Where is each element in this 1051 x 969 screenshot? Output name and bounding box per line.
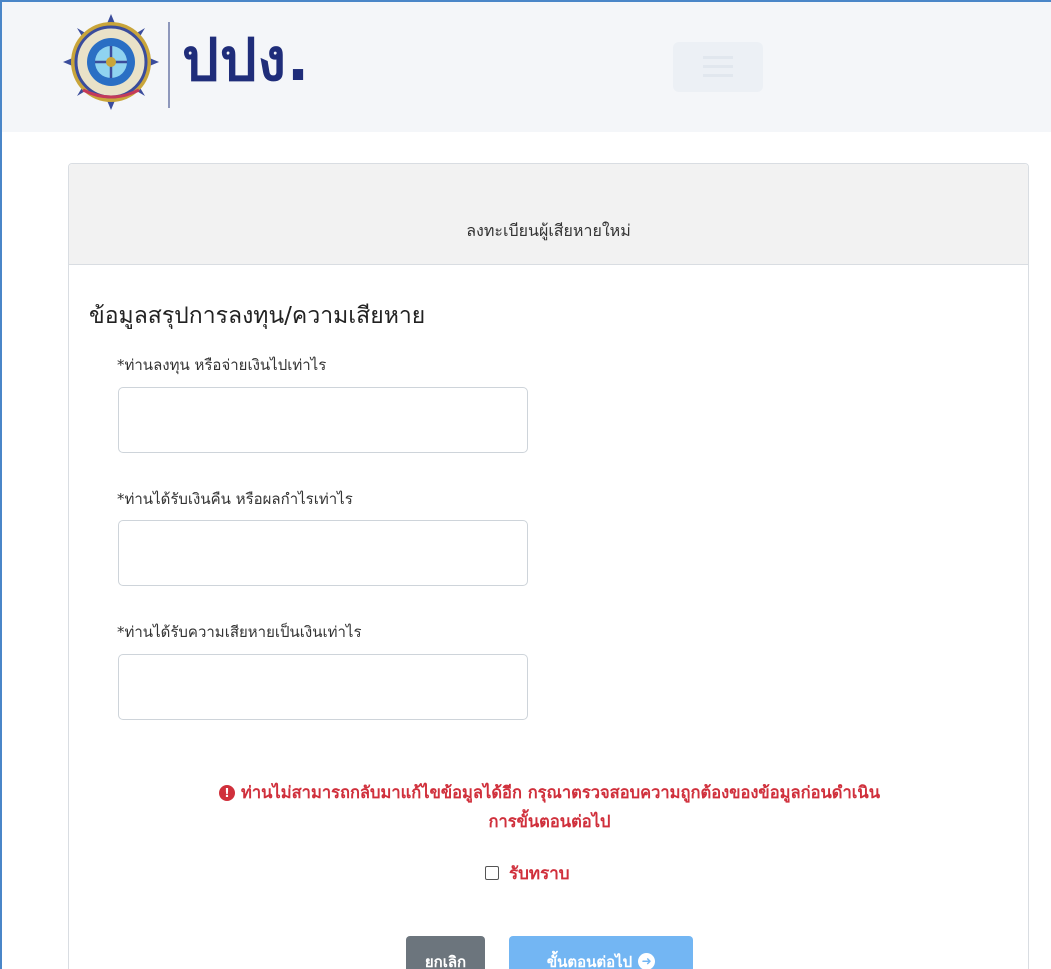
acknowledge-label[interactable]: รับทราบ [509, 860, 570, 887]
exclamation-circle-icon: ! [219, 785, 236, 801]
investment-amount-label: *ท่านลงทุน หรือจ่ายเงินไปเท่าไร [117, 356, 327, 374]
damage-amount-label: *ท่านได้รับความเสียหายเป็นเงินเท่าไร [117, 623, 362, 641]
card-title: ลงทะเบียนผู้เสียหายใหม่ [466, 221, 631, 240]
warning-line-2: การขั้นตอนต่อไป [488, 812, 611, 831]
investment-amount-input[interactable] [118, 387, 528, 453]
warning-message: ! ท่านไม่สามารถกลับมาแก้ไขข้อมูลได้อีก กร… [69, 778, 1030, 836]
next-step-button-label: ขั้นตอนต่อไป [546, 952, 633, 969]
registration-card: ลงทะเบียนผู้เสียหายใหม่ ข้อมูลสรุปการลงท… [68, 163, 1029, 969]
acknowledge-checkbox[interactable] [485, 866, 499, 880]
seal-logo-icon[interactable] [61, 12, 161, 112]
acknowledge-row[interactable]: รับทราบ [485, 861, 570, 885]
logo-divider [168, 22, 170, 108]
navbar: ปปง. [2, 2, 1051, 132]
cancel-button[interactable]: ยกเลิก [406, 936, 485, 969]
warning-line-1: ท่านไม่สามารถกลับมาแก้ไขข้อมูลได้อีก กรุ… [241, 783, 880, 802]
refund-amount-label: *ท่านได้รับเงินคืน หรือผลกำไรเท่าไร [117, 490, 353, 508]
arrow-circle-right-icon: ➜ [638, 953, 656, 969]
section-title: ข้อมูลสรุปการลงทุน/ความเสียหาย [89, 303, 426, 329]
brand-title[interactable]: ปปง. [182, 20, 310, 100]
cancel-button-label: ยกเลิก [424, 952, 467, 969]
damage-amount-input[interactable] [118, 654, 528, 720]
refund-amount-input[interactable] [118, 520, 528, 586]
card-header: ลงทะเบียนผู้เสียหายใหม่ [69, 164, 1028, 265]
next-step-button[interactable]: ขั้นตอนต่อไป ➜ [509, 936, 693, 969]
hamburger-menu-icon[interactable] [673, 42, 763, 92]
